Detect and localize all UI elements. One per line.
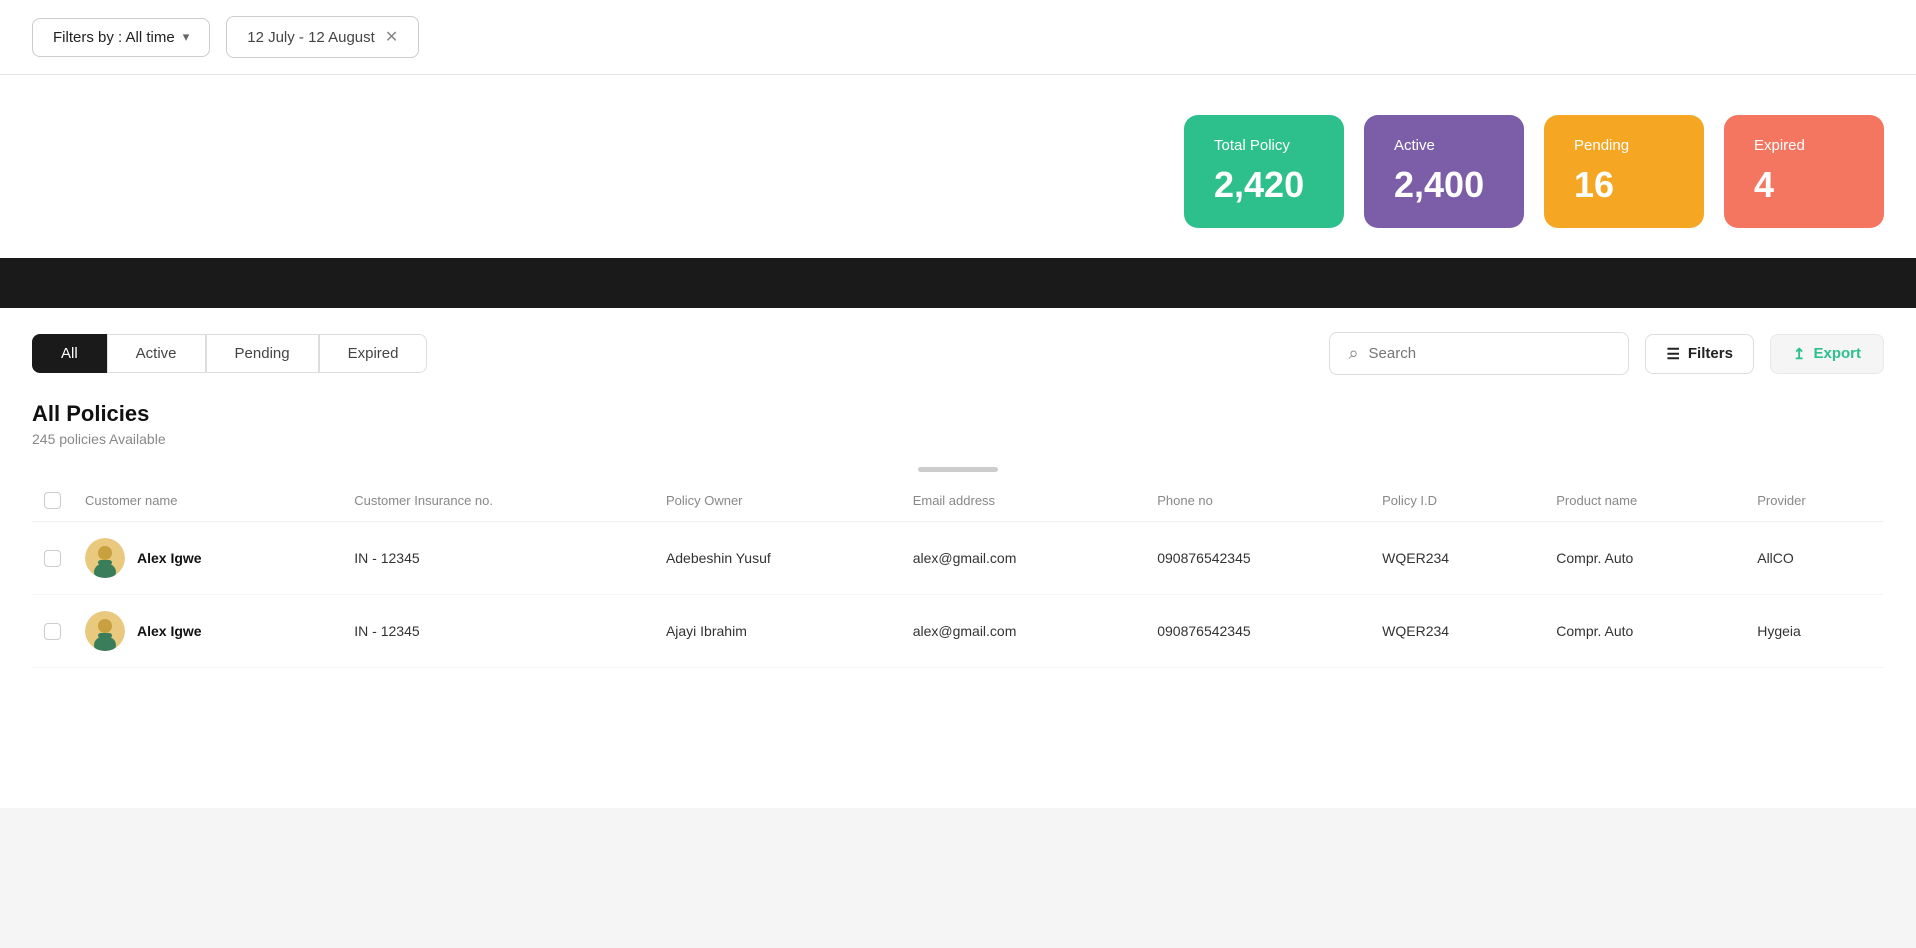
- row-product-0: Compr. Auto: [1544, 522, 1745, 595]
- scroll-bar: [918, 467, 998, 472]
- date-range-chip[interactable]: 12 July - 12 August ✕: [226, 16, 419, 58]
- row-select-checkbox-0[interactable]: [44, 550, 61, 567]
- stat-label-active: Active: [1394, 137, 1494, 154]
- top-bar: Filters by : All time ▾ 12 July - 12 Aug…: [0, 0, 1916, 75]
- filters-label: Filters: [1688, 345, 1733, 362]
- stat-value-expired: 4: [1754, 164, 1854, 206]
- row-owner-1: Ajayi Ibrahim: [654, 595, 901, 668]
- export-label: Export: [1813, 345, 1861, 362]
- policy-table: Customer name Customer Insurance no. Pol…: [32, 480, 1884, 668]
- search-icon: ⌕: [1348, 343, 1358, 364]
- filters-button[interactable]: ☰ Filters: [1645, 334, 1753, 374]
- dark-divider: [0, 258, 1916, 308]
- close-icon[interactable]: ✕: [385, 27, 398, 47]
- column-checkbox: [32, 480, 73, 522]
- search-box: ⌕: [1329, 332, 1629, 375]
- row-provider-0: AllCO: [1745, 522, 1884, 595]
- row-phone-1: 090876542345: [1145, 595, 1370, 668]
- row-policy-id-1: WQER234: [1370, 595, 1544, 668]
- main-content: All Active Pending Expired ⌕ ☰ Filters ↥…: [0, 308, 1916, 808]
- row-policy-id-0: WQER234: [1370, 522, 1544, 595]
- tab-actions: ⌕ ☰ Filters ↥ Export: [1329, 332, 1884, 375]
- chevron-down-icon: ▾: [183, 29, 190, 45]
- row-email-0: alex@gmail.com: [901, 522, 1146, 595]
- export-icon: ↥: [1793, 345, 1806, 363]
- col-phone: Phone no: [1145, 480, 1370, 522]
- select-all-checkbox[interactable]: [44, 492, 61, 509]
- tab-pending[interactable]: Pending: [206, 334, 319, 373]
- row-provider-1: Hygeia: [1745, 595, 1884, 668]
- stat-value-pending: 16: [1574, 164, 1674, 206]
- tab-bar: All Active Pending Expired ⌕ ☰ Filters ↥…: [32, 308, 1884, 391]
- row-insurance-0: IN - 12345: [342, 522, 654, 595]
- scroll-indicator: [32, 467, 1884, 472]
- row-select-checkbox-1[interactable]: [44, 623, 61, 640]
- col-customer-name: Customer name: [73, 480, 342, 522]
- stats-area: Total Policy 2,420 Active 2,400 Pending …: [0, 75, 1916, 258]
- row-checkbox-1: [32, 595, 73, 668]
- export-button[interactable]: ↥ Export: [1770, 334, 1884, 374]
- row-customer-name-0: Alex Igwe: [73, 522, 342, 595]
- tab-active[interactable]: Active: [107, 334, 206, 373]
- stat-value-total: 2,420: [1214, 164, 1314, 206]
- row-owner-0: Adebeshin Yusuf: [654, 522, 901, 595]
- filter-label: Filters by : All time: [53, 29, 175, 46]
- stat-card-expired: Expired 4: [1724, 115, 1884, 228]
- tab-all[interactable]: All: [32, 334, 107, 373]
- stat-card-total: Total Policy 2,420: [1184, 115, 1344, 228]
- col-provider: Provider: [1745, 480, 1884, 522]
- table-subtitle: 245 policies Available: [32, 431, 1884, 447]
- stat-card-pending: Pending 16: [1544, 115, 1704, 228]
- stat-label-total: Total Policy: [1214, 137, 1314, 154]
- search-input[interactable]: [1369, 345, 1611, 362]
- stat-label-pending: Pending: [1574, 137, 1674, 154]
- stat-card-active: Active 2,400: [1364, 115, 1524, 228]
- date-range-label: 12 July - 12 August: [247, 29, 375, 46]
- row-email-1: alex@gmail.com: [901, 595, 1146, 668]
- row-phone-0: 090876542345: [1145, 522, 1370, 595]
- row-product-1: Compr. Auto: [1544, 595, 1745, 668]
- col-email: Email address: [901, 480, 1146, 522]
- tabs-group: All Active Pending Expired: [32, 334, 427, 373]
- tab-expired[interactable]: Expired: [319, 334, 428, 373]
- stat-value-active: 2,400: [1394, 164, 1494, 206]
- table-row: Alex Igwe IN - 12345 Adebeshin Yusuf ale…: [32, 522, 1884, 595]
- table-row: Alex Igwe IN - 12345 Ajayi Ibrahim alex@…: [32, 595, 1884, 668]
- col-policy-owner: Policy Owner: [654, 480, 901, 522]
- table-title: All Policies: [32, 401, 1884, 427]
- stat-label-expired: Expired: [1754, 137, 1854, 154]
- filter-by-button[interactable]: Filters by : All time ▾: [32, 18, 210, 57]
- col-product-name: Product name: [1544, 480, 1745, 522]
- filter-lines-icon: ☰: [1666, 345, 1679, 363]
- row-insurance-1: IN - 12345: [342, 595, 654, 668]
- col-insurance-no: Customer Insurance no.: [342, 480, 654, 522]
- row-customer-name-1: Alex Igwe: [73, 595, 342, 668]
- table-header: All Policies 245 policies Available: [32, 391, 1884, 455]
- col-policy-id: Policy I.D: [1370, 480, 1544, 522]
- row-checkbox-0: [32, 522, 73, 595]
